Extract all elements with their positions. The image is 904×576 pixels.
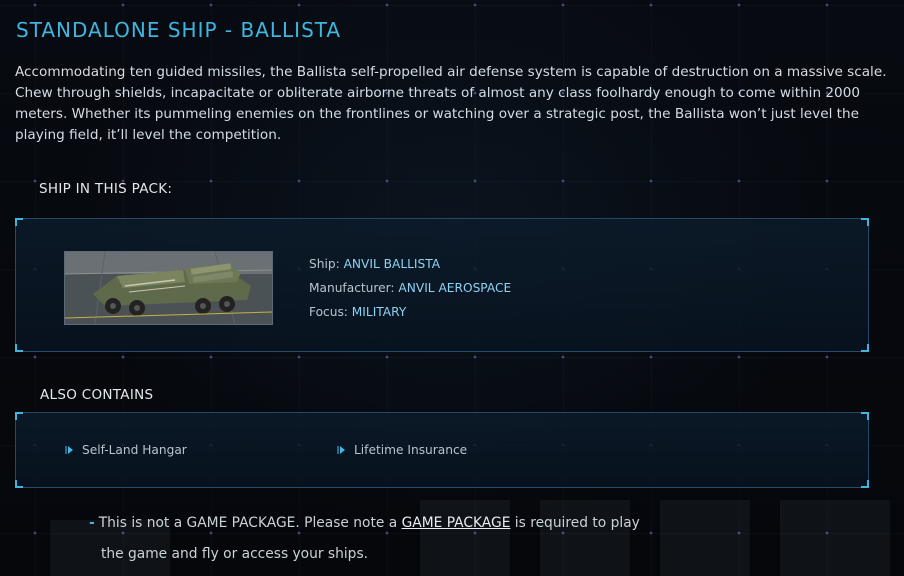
- notice-line-1: - This is not a GAME PACKAGE. Please note…: [89, 508, 689, 539]
- panel-corner: [861, 344, 869, 352]
- notice-dash: -: [89, 515, 95, 531]
- panel-corner: [861, 412, 869, 420]
- game-package-notice: - This is not a GAME PACKAGE. Please note…: [89, 508, 689, 570]
- page-title: STANDALONE SHIP - BALLISTA: [16, 18, 342, 42]
- ship-name-label: Ship:: [309, 257, 340, 271]
- manufacturer-label: Manufacturer:: [309, 281, 395, 295]
- ship-section-heading: SHIP IN THIS PACK:: [39, 181, 173, 197]
- contains-panel: Self-Land Hangar Lifetime Insurance: [15, 412, 869, 488]
- contains-item-insurance: Lifetime Insurance: [337, 443, 468, 457]
- ship-name-value: ANVIL BALLISTA: [343, 257, 441, 271]
- notice-text-before: This is not a GAME PACKAGE. Please note …: [98, 515, 402, 531]
- focus-label: Focus:: [309, 305, 348, 319]
- panel-corner: [861, 218, 869, 226]
- ship-image[interactable]: [64, 251, 273, 325]
- focus-row: Focus: MILITARY: [309, 300, 511, 324]
- ship-description: Accommodating ten guided missiles, the B…: [15, 64, 887, 143]
- bullet-icon: [337, 446, 345, 454]
- notice-line-2: the game and fly or access your ships.: [101, 546, 369, 562]
- panel-corner: [15, 480, 23, 488]
- game-package-link[interactable]: GAME PACKAGE: [402, 515, 511, 531]
- page: STANDALONE SHIP - BALLISTA Accommodating…: [0, 0, 904, 576]
- manufacturer-row: Manufacturer: ANVIL AEROSPACE: [309, 276, 511, 300]
- panel-corner: [15, 412, 23, 420]
- panel-corner: [15, 218, 23, 226]
- contains-item-label: Lifetime Insurance: [354, 443, 468, 457]
- ship-info: Ship: ANVIL BALLISTA Manufacturer: ANVIL…: [309, 252, 511, 324]
- panel-corner: [861, 480, 869, 488]
- contains-item-hangar: Self-Land Hangar: [65, 443, 187, 457]
- bullet-icon: [65, 446, 73, 454]
- manufacturer-value: ANVIL AEROSPACE: [398, 281, 512, 295]
- panel-corner: [15, 344, 23, 352]
- focus-value: MILITARY: [351, 305, 407, 319]
- ship-panel: Ship: ANVIL BALLISTA Manufacturer: ANVIL…: [15, 218, 869, 352]
- contains-section-heading: ALSO CONTAINS: [40, 387, 154, 403]
- contains-item-label: Self-Land Hangar: [82, 443, 187, 457]
- notice-text-after: is required to play: [510, 515, 640, 531]
- ship-name-row: Ship: ANVIL BALLISTA: [309, 252, 511, 276]
- ballista-vehicle-image: [65, 252, 272, 324]
